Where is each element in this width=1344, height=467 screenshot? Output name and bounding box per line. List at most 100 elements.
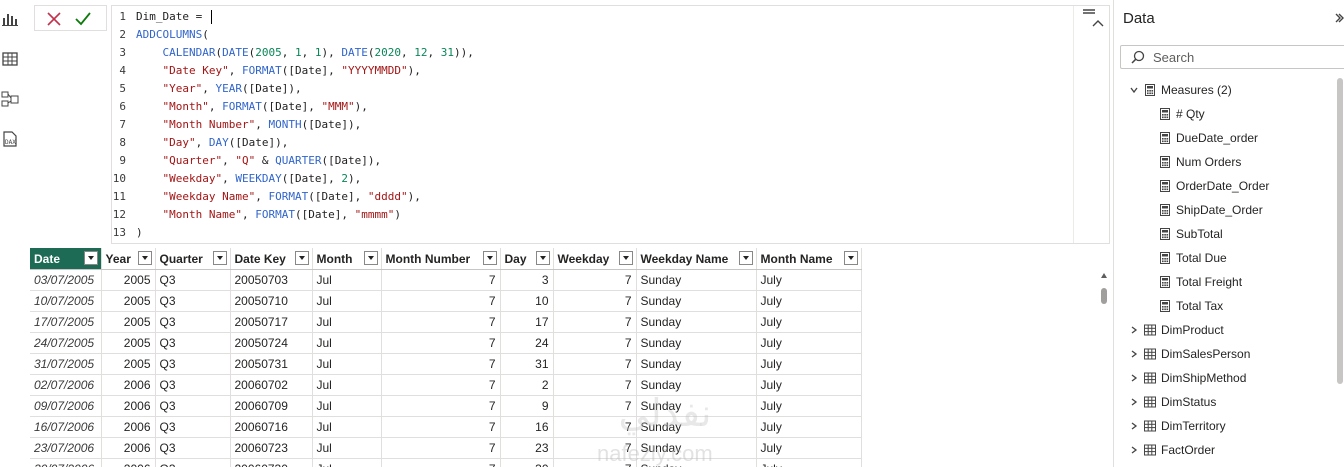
table-row[interactable]: 17/07/2005 2005 Q3 20050717 Jul 7 17 7 Sunday Jul… <box>30 311 862 333</box>
model-view-icon[interactable] <box>1 90 19 108</box>
table-row[interactable]: 31/07/2005 2005 Q3 20050731 Jul 7 31 7 Sunday Jul… <box>30 353 862 375</box>
code-text[interactable]: "Year", YEAR([Date]), <box>136 80 302 98</box>
dax-query-view-icon[interactable]: DAX <box>1 130 19 148</box>
table-cell[interactable]: Q3 <box>155 437 231 459</box>
chevron-right-icon[interactable] <box>1129 373 1139 383</box>
pane-scrollbar[interactable] <box>1337 78 1343 384</box>
chevron-up-icon[interactable] <box>1092 18 1104 28</box>
table-cell[interactable]: 2006 <box>101 437 156 459</box>
grid-vertical-scrollbar[interactable] <box>1098 268 1110 467</box>
code-text[interactable]: "Weekday Name", FORMAT([Date], "dddd"), <box>136 188 421 206</box>
code-text[interactable]: CALENDAR(DATE(2005, 1, 1), DATE(2020, 12… <box>136 44 474 62</box>
column-header-date-key[interactable]: Date Key <box>230 248 313 270</box>
code-line[interactable]: 6 "Month", FORMAT([Date], "MMM"), <box>112 98 1072 116</box>
tree-item-measure[interactable]: ShipDate_Order <box>1114 198 1334 222</box>
tree-item-table[interactable]: DimShipMethod <box>1114 366 1334 390</box>
chevron-down-icon[interactable] <box>1129 85 1139 95</box>
tree-item-measure[interactable]: # Qty <box>1114 102 1334 126</box>
table-cell[interactable]: July <box>756 458 862 467</box>
table-cell[interactable]: Jul <box>312 395 382 417</box>
code-text[interactable]: "Month Number", MONTH([Date]), <box>136 116 362 134</box>
code-text[interactable]: ) <box>136 224 143 242</box>
column-header-year[interactable]: Year <box>101 248 156 270</box>
table-cell[interactable]: 31 <box>500 353 554 375</box>
table-cell[interactable]: July <box>756 374 862 396</box>
chevron-right-icon[interactable] <box>1129 325 1139 335</box>
table-cell[interactable]: 09/07/2006 <box>30 395 102 417</box>
table-cell[interactable]: 2006 <box>101 374 156 396</box>
code-text[interactable]: "Date Key", FORMAT([Date], "YYYYMMDD"), <box>136 62 421 80</box>
tree-item-table[interactable]: FactOrder <box>1114 438 1334 462</box>
table-cell[interactable]: 17/07/2005 <box>30 311 102 333</box>
tree-item-measure[interactable]: Total Freight <box>1114 270 1334 294</box>
code-text[interactable]: ADDCOLUMNS( <box>136 26 209 44</box>
table-cell[interactable]: July <box>756 311 862 333</box>
table-cell[interactable]: July <box>756 395 862 417</box>
filter-dropdown-icon[interactable] <box>137 251 152 265</box>
table-cell[interactable]: Sunday <box>636 374 757 396</box>
table-cell[interactable]: 24/07/2005 <box>30 332 102 354</box>
table-cell[interactable]: July <box>756 353 862 375</box>
scrollbar-thumb[interactable] <box>1101 288 1107 304</box>
column-header-month-number[interactable]: Month Number <box>381 248 501 270</box>
tree-item-measure[interactable]: Num Orders <box>1114 150 1334 174</box>
scroll-up-icon[interactable] <box>1100 272 1108 280</box>
close-icon[interactable] <box>44 9 64 29</box>
table-cell[interactable]: 7 <box>381 311 501 333</box>
table-cell[interactable]: 30/07/2006 <box>30 458 102 467</box>
table-cell[interactable]: Q3 <box>155 269 231 291</box>
table-cell[interactable]: Q3 <box>155 290 231 312</box>
table-cell[interactable]: July <box>756 437 862 459</box>
table-row[interactable]: 30/07/20062006Q320060730Jul7307SundayJul… <box>30 458 862 467</box>
table-cell[interactable]: Q3 <box>155 332 231 354</box>
collapse-pane-icon[interactable] <box>1334 12 1344 24</box>
column-header-quarter[interactable]: Quarter <box>155 248 231 270</box>
tree-item-table[interactable]: DimStatus <box>1114 390 1334 414</box>
chevron-right-icon[interactable] <box>1129 445 1139 455</box>
table-cell[interactable]: 7 <box>553 332 637 354</box>
table-cell[interactable]: Sunday <box>636 353 757 375</box>
table-cell[interactable]: July <box>756 416 862 438</box>
table-cell[interactable]: 7 <box>553 374 637 396</box>
tree-item-table[interactable]: DimTerritory <box>1114 414 1334 438</box>
tree-item-table[interactable]: DimProduct <box>1114 318 1334 342</box>
table-cell[interactable]: 2005 <box>101 311 156 333</box>
table-cell[interactable]: 7 <box>381 416 501 438</box>
table-cell[interactable]: July <box>756 290 862 312</box>
table-cell[interactable]: 20060730 <box>230 458 313 467</box>
table-cell[interactable]: Q3 <box>155 353 231 375</box>
code-line[interactable]: 12 "Month Name", FORMAT([Date], "mmmm") <box>112 206 1072 224</box>
field-search[interactable] <box>1120 45 1344 69</box>
table-cell[interactable]: 2005 <box>101 353 156 375</box>
code-line[interactable]: 13) <box>112 224 1072 242</box>
tree-item-table[interactable]: DimSalesPerson <box>1114 342 1334 366</box>
code-text[interactable]: "Month", FORMAT([Date], "MMM"), <box>136 98 368 116</box>
table-cell[interactable]: 7 <box>553 353 637 375</box>
table-cell[interactable]: 7 <box>381 332 501 354</box>
table-cell[interactable]: Q3 <box>155 311 231 333</box>
column-header-month[interactable]: Month <box>312 248 382 270</box>
table-cell[interactable]: Jul <box>312 458 382 467</box>
code-text[interactable]: Dim_Date = <box>136 8 212 26</box>
table-cell[interactable]: 2 <box>500 374 554 396</box>
table-cell[interactable]: 02/07/2006 <box>30 374 102 396</box>
code-line[interactable]: 5 "Year", YEAR([Date]), <box>112 80 1072 98</box>
table-cell[interactable]: 3 <box>500 269 554 291</box>
checkmark-icon[interactable] <box>73 9 93 29</box>
table-cell[interactable]: Jul <box>312 290 382 312</box>
table-cell[interactable]: 9 <box>500 395 554 417</box>
chevron-right-icon[interactable] <box>1129 421 1139 431</box>
code-line[interactable]: 3 CALENDAR(DATE(2005, 1, 1), DATE(2020, … <box>112 44 1072 62</box>
table-cell[interactable]: 10/07/2005 <box>30 290 102 312</box>
filter-dropdown-icon[interactable] <box>843 251 858 265</box>
code-line[interactable]: 8 "Day", DAY([Date]), <box>112 134 1072 152</box>
filter-dropdown-icon[interactable] <box>294 251 309 265</box>
dax-formula-editor[interactable]: 1 Dim_Date = 2 ADDCOLUMNS(3 CALENDAR(DATE(… <box>111 5 1110 244</box>
table-cell[interactable]: 20050710 <box>230 290 313 312</box>
table-view-icon[interactable] <box>1 50 19 68</box>
table-cell[interactable]: Jul <box>312 353 382 375</box>
table-row[interactable]: 09/07/2006 2006 Q3 20060709 Jul 7 9 7 Sunday July <box>30 395 862 417</box>
table-cell[interactable]: 16 <box>500 416 554 438</box>
table-cell[interactable]: 31/07/2005 <box>30 353 102 375</box>
filter-dropdown-icon[interactable] <box>363 251 378 265</box>
